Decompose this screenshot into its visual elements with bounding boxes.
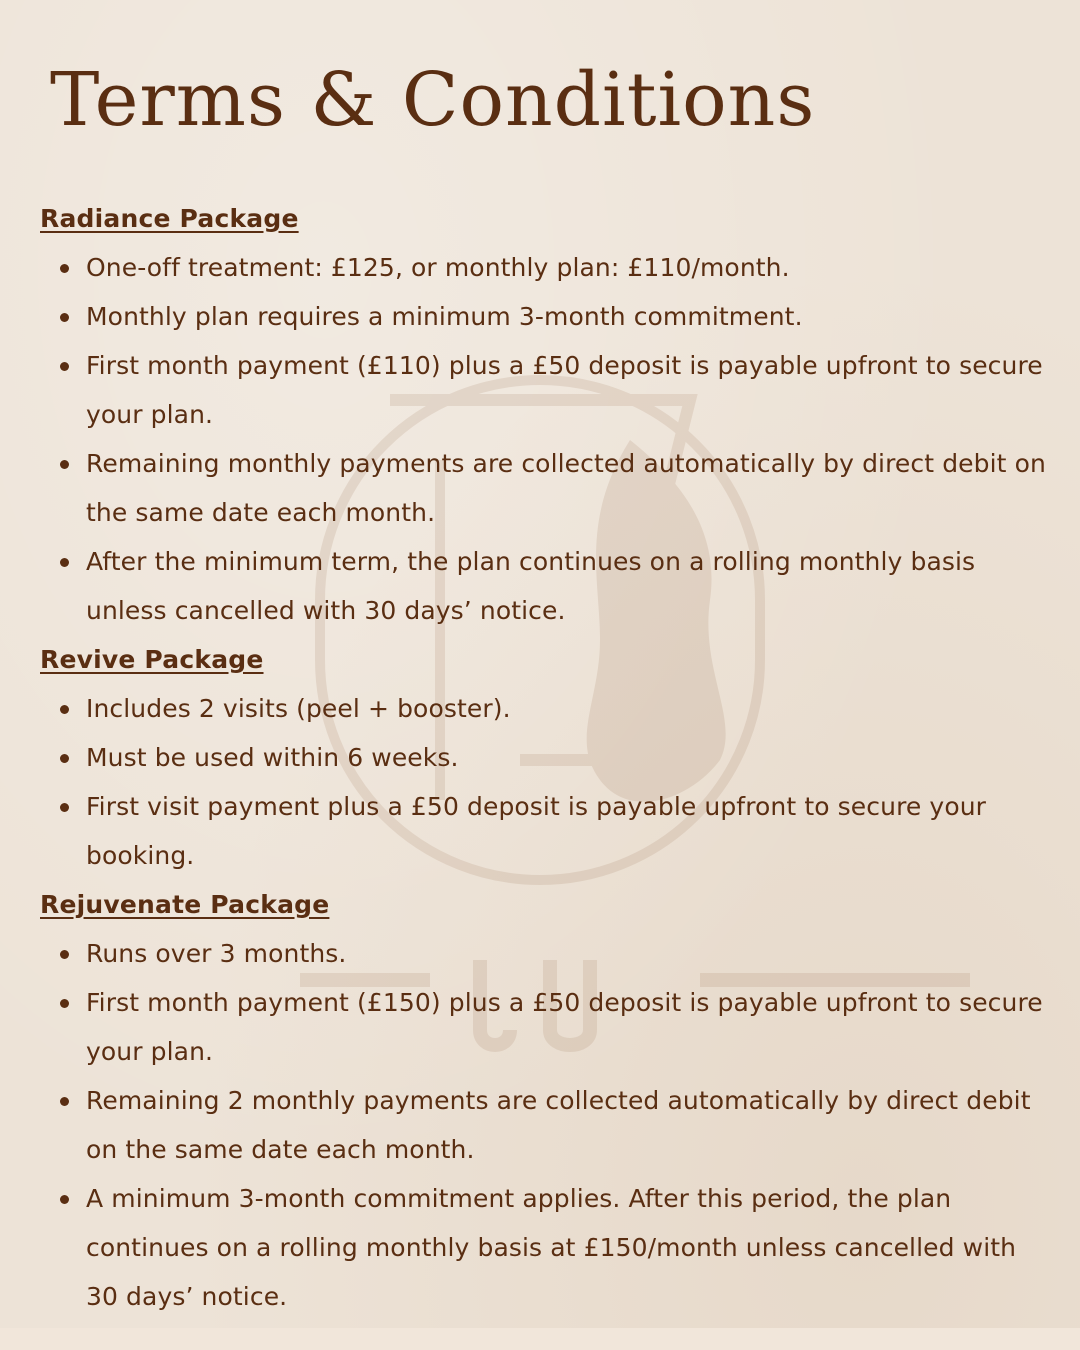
page-title: Terms & Conditions [50, 57, 816, 143]
list-item: One-off treatment: £125, or monthly plan… [40, 243, 1050, 292]
list-item: A minimum 3-month commitment applies. Af… [40, 1174, 1050, 1321]
list-item: Remaining monthly payments are collected… [40, 439, 1050, 537]
section-rejuvenate-package: Rejuvenate Package Runs over 3 months. F… [40, 880, 1050, 1321]
section-revive-package: Revive Package Includes 2 visits (peel +… [40, 635, 1050, 880]
list-item: Monthly plan requires a minimum 3-month … [40, 292, 1050, 341]
list-item: First month payment (£110) plus a £50 de… [40, 341, 1050, 439]
terms-list: One-off treatment: £125, or monthly plan… [40, 243, 1050, 635]
terms-list: Runs over 3 months. First month payment … [40, 929, 1050, 1321]
list-item: Includes 2 visits (peel + booster). [40, 684, 1050, 733]
section-radiance-package: Radiance Package One-off treatment: £125… [40, 194, 1050, 635]
list-item: Runs over 3 months. [40, 929, 1050, 978]
list-item: Must be used within 6 weeks. [40, 733, 1050, 782]
list-item: First month payment (£150) plus a £50 de… [40, 978, 1050, 1076]
list-item: First visit payment plus a £50 deposit i… [40, 782, 1050, 880]
section-heading: Rejuvenate Package [40, 890, 330, 919]
section-heading: Radiance Package [40, 204, 299, 233]
bottom-torn-edge [0, 1328, 1080, 1350]
section-heading: Revive Package [40, 645, 264, 674]
terms-list: Includes 2 visits (peel + booster). Must… [40, 684, 1050, 880]
list-item: After the minimum term, the plan continu… [40, 537, 1050, 635]
list-item: Remaining 2 monthly payments are collect… [40, 1076, 1050, 1174]
terms-content: Terms & Conditions Radiance Package One-… [40, 56, 1050, 1321]
